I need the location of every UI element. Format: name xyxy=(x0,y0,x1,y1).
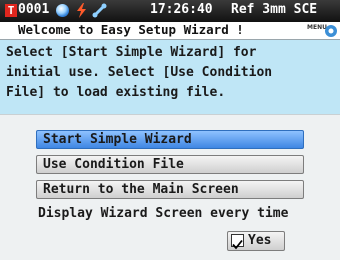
return-main-screen-button[interactable]: Return to the Main Screen xyxy=(36,180,304,199)
checkbox xyxy=(231,234,244,250)
target-icon: T xyxy=(5,4,17,17)
instruction-panel: Select [Start Simple Wizard] for initial… xyxy=(0,40,340,114)
checkmark-icon xyxy=(232,239,243,250)
clock: 17:26:40 xyxy=(150,2,213,17)
sphere-icon xyxy=(56,4,69,17)
use-condition-file-button[interactable]: Use Condition File xyxy=(36,155,304,174)
connection-icon xyxy=(92,3,107,18)
device-screen: T 0001 17:26:40 Ref 3mm SCE Welcome to E… xyxy=(0,0,340,260)
display-wizard-toggle[interactable]: Yes xyxy=(227,231,285,251)
start-simple-wizard-button[interactable]: Start Simple Wizard xyxy=(36,130,304,149)
toggle-value-label: Yes xyxy=(248,233,272,248)
sample-counter: 0001 xyxy=(18,2,50,17)
title-bar: Welcome to Easy Setup Wizard ! MENU xyxy=(0,22,340,40)
measurement-mode: Ref 3mm SCE xyxy=(231,2,318,17)
menu-label: MENU xyxy=(307,24,327,31)
menu-icon[interactable]: MENU xyxy=(306,22,338,39)
display-wizard-label: Display Wizard Screen every time xyxy=(38,206,289,221)
page-title: Welcome to Easy Setup Wizard ! xyxy=(18,22,244,37)
divider xyxy=(0,114,340,115)
battery-charge-icon xyxy=(77,3,86,18)
instruction-text: Select [Start Simple Wizard] for initial… xyxy=(6,45,273,100)
status-bar: T 0001 17:26:40 Ref 3mm SCE xyxy=(0,0,340,22)
